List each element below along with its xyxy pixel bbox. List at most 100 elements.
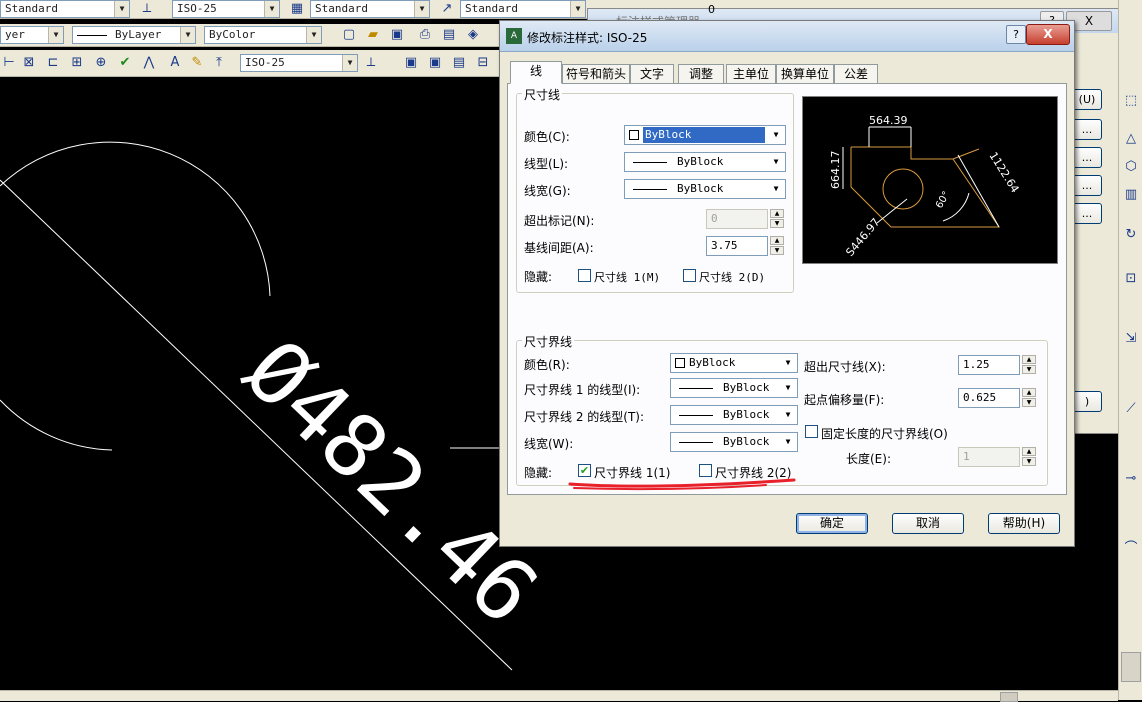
preview-angle-dim: 60°	[934, 190, 952, 211]
linetype-combo[interactable]: ByLayer ▼	[72, 26, 196, 44]
fillet-icon[interactable]: ⌒	[1122, 540, 1140, 558]
extend-beyond-spinner[interactable]: 1.25 ▲ ▼	[958, 355, 1036, 375]
spin-down-icon[interactable]: ▼	[770, 246, 784, 255]
aligned-dim-icon[interactable]: ⊠	[20, 54, 38, 72]
view-icon-3[interactable]: ▤	[450, 54, 468, 72]
ext-color-dropdown[interactable]: ByBlock ▼	[670, 353, 798, 373]
preview-icon[interactable]: ▤	[440, 26, 458, 44]
close-icon[interactable]: X	[1026, 24, 1070, 45]
status-scroll-thumb[interactable]	[1000, 692, 1018, 702]
view-icon-2[interactable]: ▣	[426, 54, 444, 72]
bg-button-6[interactable]: )	[1072, 391, 1102, 412]
chevron-down-icon: ▼	[306, 27, 321, 43]
ext2-linetype-dropdown[interactable]: ByBlock ▼	[670, 405, 798, 425]
dim-linetype-dropdown[interactable]: ByBlock ▼	[624, 152, 786, 172]
suppress-dim-line-2-label[interactable]: 尺寸线 2(D)	[699, 269, 765, 285]
modify-icon-1[interactable]: ⬚	[1122, 92, 1140, 110]
modify-icon-2[interactable]: △	[1122, 130, 1140, 148]
chevron-down-icon: ▼	[785, 383, 791, 392]
layer-combo[interactable]: yer ▼	[0, 26, 64, 44]
ok-button[interactable]: 确定	[796, 513, 868, 534]
text-style-combo[interactable]: Standard ▼	[0, 0, 130, 18]
tab-text[interactable]: 文字	[630, 64, 674, 83]
bg-button-2[interactable]: ...	[1072, 119, 1102, 140]
ext1-linetype-dropdown[interactable]: ByBlock ▼	[670, 378, 798, 398]
group-ext-lines-title: 尺寸界线	[522, 333, 575, 350]
extend-icon[interactable]: ⊸	[1122, 470, 1140, 488]
preview-right-dim: 1122.64	[986, 150, 1021, 195]
dim-style-combo-2[interactable]: ISO-25 ▼	[240, 54, 358, 72]
cancel-button[interactable]: 取消	[892, 513, 964, 534]
modify-icon-4[interactable]: ▥	[1122, 186, 1140, 204]
trim-icon[interactable]: ⟋	[1122, 400, 1140, 418]
baseline-dim-icon[interactable]: ⊞	[68, 54, 86, 72]
dim-style-icon[interactable]: ⟂	[138, 0, 156, 18]
spin-down-icon[interactable]: ▼	[1022, 457, 1036, 466]
spin-up-icon[interactable]: ▲	[770, 209, 784, 218]
spin-down-icon[interactable]: ▼	[1022, 398, 1036, 407]
ext-lineweight-dropdown[interactable]: ByBlock ▼	[670, 432, 798, 452]
extend-beyond-label: 超出尺寸线(X):	[804, 360, 886, 374]
chevron-down-icon: ▼	[785, 358, 791, 367]
multileader-style-icon[interactable]: ↗	[438, 0, 456, 18]
multileader-style-combo[interactable]: Standard ▼	[460, 0, 586, 18]
tab-alternate-units[interactable]: 换算单位	[776, 64, 834, 83]
fixed-length-label[interactable]: 固定长度的尺寸界线(O)	[821, 425, 948, 442]
jogged-icon[interactable]: ⋀	[140, 54, 158, 72]
bg-button-5[interactable]: ...	[1072, 203, 1102, 224]
stretch-icon[interactable]: ⇲	[1122, 330, 1140, 348]
dim-edit-icon[interactable]: ✎	[188, 54, 206, 72]
extend-ticks-spinner[interactable]: 0 ▲ ▼	[706, 209, 784, 229]
suppress-dim-line-1-label[interactable]: 尺寸线 1(M)	[594, 269, 660, 285]
spin-up-icon[interactable]: ▲	[770, 236, 784, 245]
dim-color-dropdown[interactable]: ByBlock ▼	[624, 125, 786, 145]
help-icon[interactable]: ?	[1006, 25, 1026, 44]
open-folder-icon[interactable]: ▰	[364, 26, 382, 44]
suppress-dim-line-2-checkbox[interactable]	[683, 269, 696, 282]
tab-tolerances[interactable]: 公差	[834, 64, 878, 83]
spin-down-icon[interactable]: ▼	[770, 219, 784, 228]
dialog-titlebar[interactable]: A 修改标注样式: ISO-25 ? X	[500, 21, 1074, 52]
table-style-icon[interactable]: ▦	[288, 0, 306, 18]
color-combo[interactable]: ByColor ▼	[204, 26, 322, 44]
dim-style-manager-icon[interactable]: ⟂	[362, 54, 380, 72]
table-style-combo[interactable]: Standard ▼	[310, 0, 430, 18]
modify-icon-3[interactable]: ⬡	[1122, 158, 1140, 176]
inspect-icon[interactable]: ✔	[116, 54, 134, 72]
dim-style-combo[interactable]: ISO-25 ▼	[172, 0, 280, 18]
fixed-length-checkbox[interactable]	[805, 425, 818, 438]
tab-primary-units[interactable]: 主单位	[726, 64, 776, 83]
dim-lineweight-dropdown[interactable]: ByBlock ▼	[624, 179, 786, 199]
scale-icon[interactable]: ⊡	[1122, 270, 1140, 288]
view-icon-4[interactable]: ⊟	[474, 54, 492, 72]
bg-button-1[interactable]: (U)	[1072, 89, 1102, 110]
center-mark-icon[interactable]: ⊕	[92, 54, 110, 72]
dim-update-icon[interactable]: ⤒	[210, 54, 228, 72]
save-icon[interactable]: ▣	[388, 26, 406, 44]
spin-up-icon[interactable]: ▲	[1022, 388, 1036, 397]
spin-down-icon[interactable]: ▼	[1022, 365, 1036, 374]
offset-spinner[interactable]: 0.625 ▲ ▼	[958, 388, 1036, 408]
length-spinner[interactable]: 1 ▲ ▼	[958, 447, 1036, 467]
chevron-down-icon: ▼	[773, 157, 779, 166]
tab-fit[interactable]: 调整	[678, 64, 724, 83]
tab-symbols-arrows[interactable]: 符号和箭头	[562, 64, 630, 83]
ordinate-dim-icon[interactable]: ⊏	[44, 54, 62, 72]
linear-dim-icon[interactable]: ⊢	[0, 54, 18, 72]
dim-text-edit-icon[interactable]: A	[166, 54, 184, 72]
tab-lines[interactable]: 线	[510, 61, 562, 84]
spin-up-icon[interactable]: ▲	[1022, 447, 1036, 456]
new-file-icon[interactable]: ▢	[340, 26, 358, 44]
publish-icon[interactable]: ◈	[464, 26, 482, 44]
suppress-dim-line-1-checkbox[interactable]	[578, 269, 591, 282]
palette-scrollbar[interactable]	[1121, 652, 1141, 682]
print-icon[interactable]: ⎙	[416, 26, 434, 44]
view-icon-1[interactable]: ▣	[402, 54, 420, 72]
baseline-spacing-spinner[interactable]: 3.75 ▲ ▼	[706, 236, 784, 256]
bg-button-3[interactable]: ...	[1072, 147, 1102, 168]
bg-button-4[interactable]: ...	[1072, 175, 1102, 196]
spin-up-icon[interactable]: ▲	[1022, 355, 1036, 364]
help-button[interactable]: 帮助(H)	[988, 513, 1060, 534]
ext-suppress-label: 隐藏:	[524, 466, 553, 480]
rotate-icon[interactable]: ↻	[1122, 226, 1140, 244]
